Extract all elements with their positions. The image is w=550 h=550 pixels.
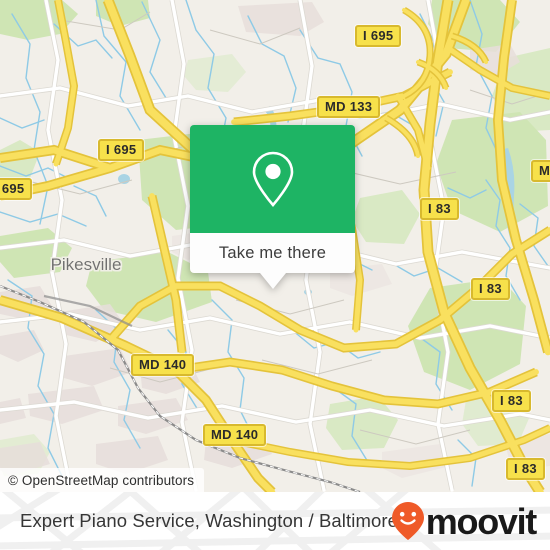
- road-shield-md140-upper: MD 140: [131, 354, 195, 376]
- road-shield-i695-left: I 695: [98, 139, 145, 161]
- destination-callout[interactable]: Take me there: [190, 125, 355, 289]
- map-page: .rd-cas { fill:none; stroke:#e4c33b; } .…: [0, 0, 550, 550]
- road-shield-i695-edge: I 695: [0, 178, 33, 200]
- moovit-logo[interactable]: moovit: [391, 492, 538, 550]
- callout-pointer: [259, 273, 286, 289]
- callout-header: [190, 125, 355, 233]
- page-title: Expert Piano Service, Washington / Balti…: [20, 510, 398, 531]
- road-shield-md133: MD 133: [317, 96, 381, 118]
- city-label-pikesville: Pikesville: [51, 255, 122, 274]
- road-shield-i695-top: I 695: [355, 25, 402, 47]
- take-me-there-button[interactable]: Take me there: [190, 233, 355, 273]
- road-shield-md-edge: MD 25: [531, 160, 550, 182]
- road-shield-i83-mid: I 83: [471, 278, 510, 300]
- moovit-wordmark: moovit: [425, 501, 538, 542]
- road-shield-md140-lower: MD 140: [203, 424, 267, 446]
- location-pin-icon: [252, 151, 293, 207]
- map-place-labels: Pikesville: [51, 255, 122, 274]
- road-shield-i83-upper: I 83: [420, 198, 459, 220]
- osm-attribution[interactable]: © OpenStreetMap contributors: [0, 468, 205, 492]
- footer-bar: Expert Piano Service, Washington / Balti…: [0, 492, 550, 550]
- moovit-smiling-pin-icon: [391, 502, 424, 540]
- road-shield-i83-lower: I 83: [492, 390, 531, 412]
- road-shield-i83-bottom: I 83: [506, 458, 545, 480]
